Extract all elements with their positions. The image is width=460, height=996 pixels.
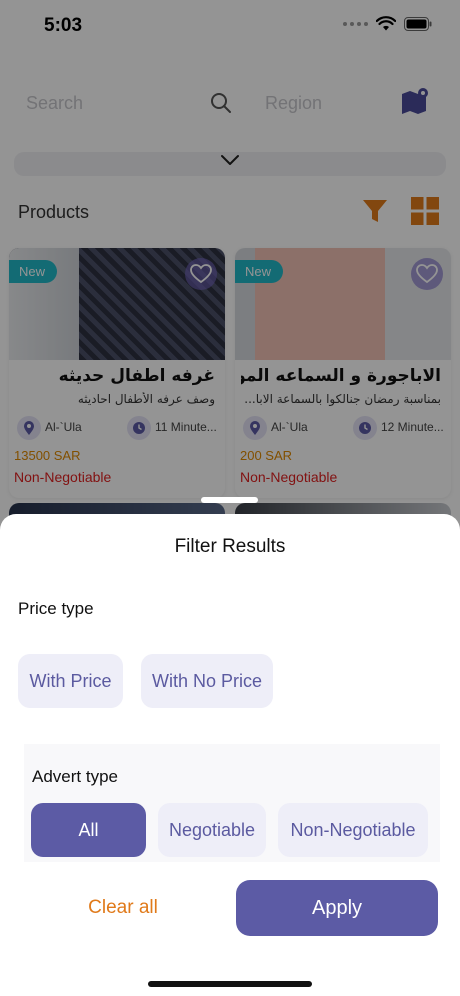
sheet-grabber[interactable] — [201, 497, 258, 503]
price-type-label: Price type — [18, 599, 94, 618]
filter-sheet: Filter Results Price type With Price Wit… — [0, 514, 460, 996]
clear-all-button[interactable]: Clear all — [60, 883, 186, 933]
all-chip[interactable]: All — [31, 803, 146, 857]
sheet-title: Filter Results — [174, 536, 286, 557]
negotiable-chip[interactable]: Negotiable — [158, 803, 266, 857]
advert-type-label: Advert type — [32, 767, 118, 786]
home-indicator — [148, 981, 312, 987]
apply-button[interactable]: Apply — [236, 880, 438, 936]
with-no-price-chip[interactable]: With No Price — [141, 654, 273, 708]
with-price-chip[interactable]: With Price — [18, 654, 123, 708]
non-negotiable-chip[interactable]: Non-Negotiable — [278, 803, 428, 857]
